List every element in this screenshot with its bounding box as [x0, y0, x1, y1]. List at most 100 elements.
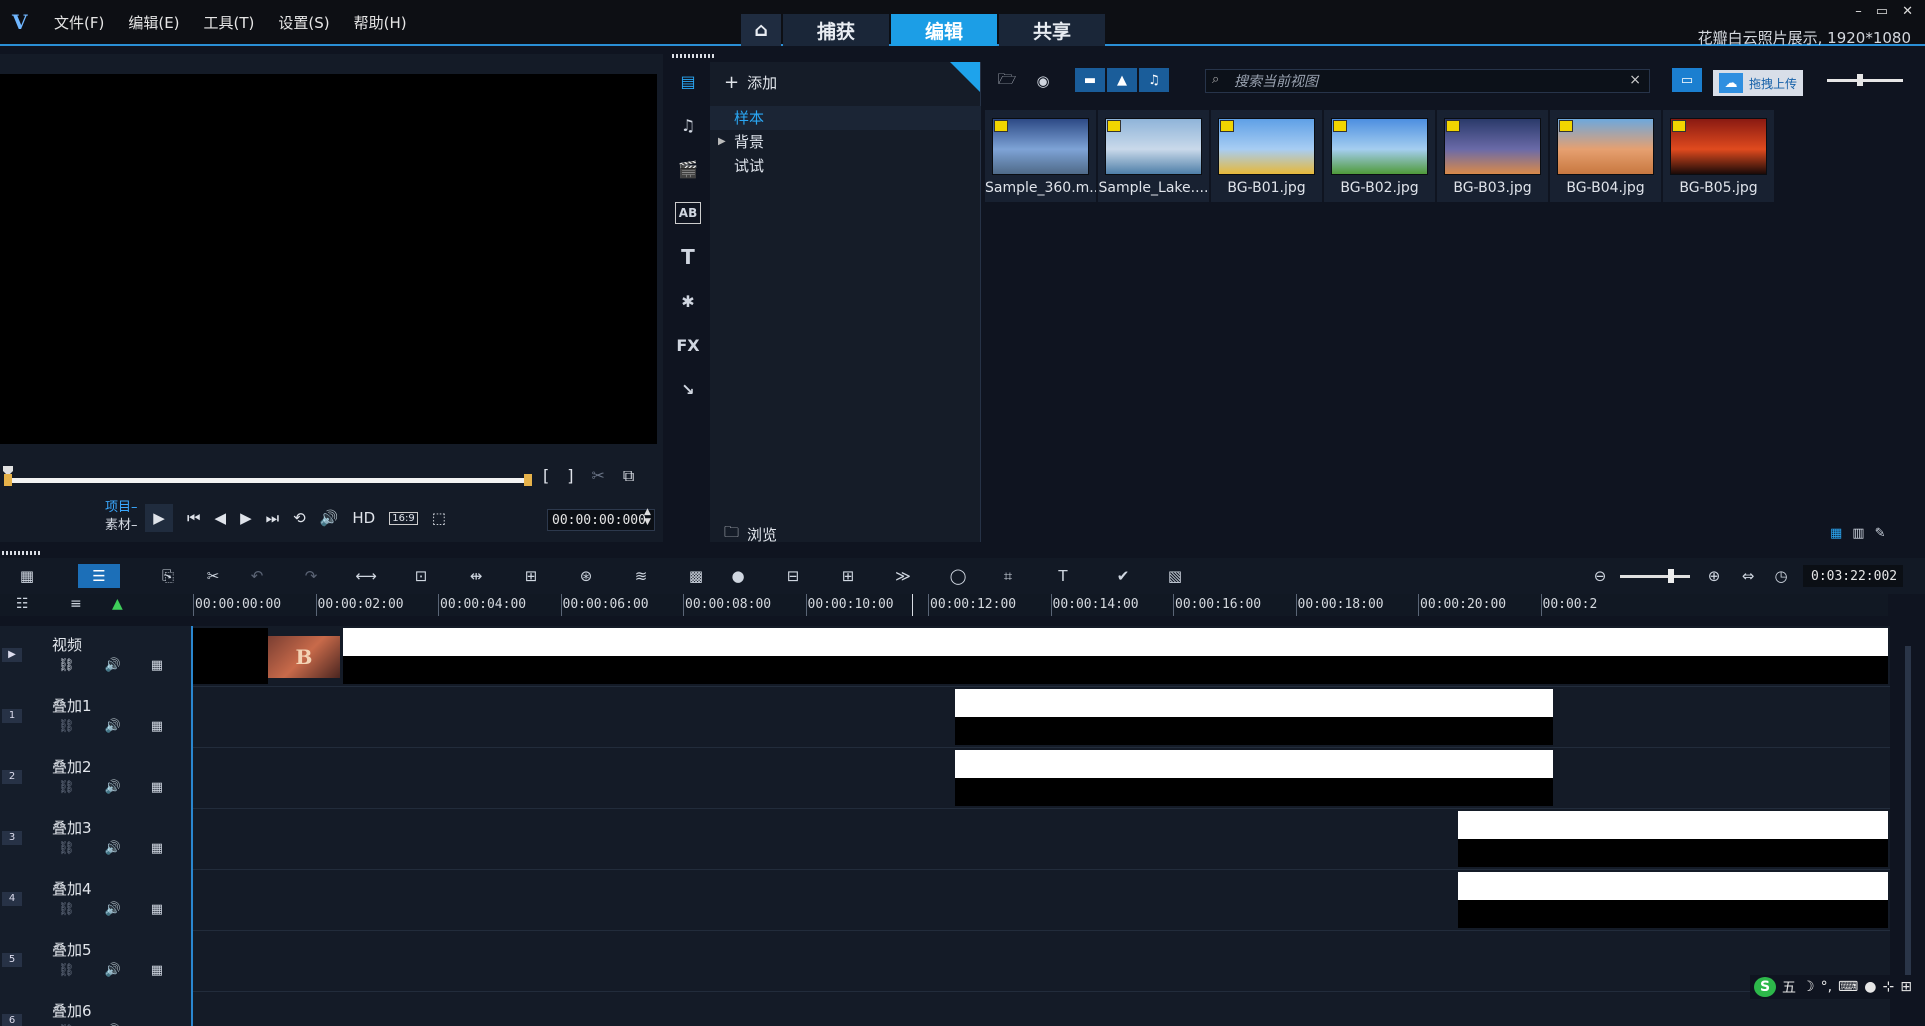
timeline-clip[interactable]: B [268, 636, 340, 678]
ime-mode[interactable]: 五 [1782, 977, 1796, 997]
zoom-in-icon[interactable]: ⊕ [1701, 564, 1727, 588]
folder-item-test[interactable]: 试试 [710, 154, 981, 178]
multi-camera-icon[interactable]: ▩ [683, 564, 709, 588]
record-capture-icon[interactable]: ⊡ [408, 564, 434, 588]
menu-file[interactable]: 文件(F) [54, 12, 104, 33]
speaker-icon[interactable]: 🔊 [105, 841, 121, 856]
timeline-track[interactable]: 2 叠加2 ⛓ 🔊 ▦ [0, 748, 1890, 809]
browse-button[interactable]: 🗀 浏览 [724, 522, 777, 547]
trim-start-handle[interactable] [4, 474, 12, 486]
zoom-out-icon[interactable]: ⊖ [1587, 564, 1613, 588]
redo-icon[interactable]: ↷ [298, 564, 324, 588]
grid-icon[interactable]: ⊞ [1900, 979, 1912, 995]
timeline-clip[interactable] [955, 689, 1553, 745]
volume-icon[interactable]: 🔊 [320, 509, 339, 527]
grid-icon[interactable]: ▦ [151, 780, 163, 795]
timeline-view-icon[interactable]: ☰ [78, 564, 120, 588]
split-icon[interactable]: ⇹ [463, 564, 489, 588]
timeline-track[interactable]: ▶ 视频 ⛓ 🔊 ▦ B [0, 626, 1890, 687]
audio-ducking-icon[interactable]: ≋ [628, 564, 654, 588]
clear-search-icon[interactable]: × [1629, 72, 1641, 88]
go-start-icon[interactable]: ⏮ [187, 509, 201, 527]
link-icon[interactable]: ⛓ [58, 963, 75, 978]
thumbnail-size-slider[interactable] [1827, 74, 1903, 86]
media-thumbnail[interactable]: Sample_Lake.... [1098, 110, 1209, 202]
go-end-icon[interactable]: ⏭ [266, 509, 280, 527]
menu-settings[interactable]: 设置(S) [278, 12, 329, 33]
ime-logo-icon[interactable]: S [1754, 977, 1776, 997]
copy-attributes-icon[interactable]: ⎘ [155, 564, 181, 588]
track-header[interactable]: 1 叠加1 ⛓ 🔊 ▦ [0, 687, 193, 748]
timeline-clip[interactable] [955, 750, 1553, 806]
minimize-button[interactable]: – [1855, 4, 1862, 19]
folder-item-background[interactable]: ▶ 背景 [710, 130, 981, 154]
show-audio-toggle[interactable]: ♫ [1139, 68, 1169, 92]
slider-knob[interactable] [1857, 74, 1863, 86]
time-remap-icon[interactable]: ◯ [945, 564, 971, 588]
timeline-scrollbar[interactable] [1903, 626, 1913, 1006]
tab-share[interactable]: 共享 [999, 14, 1105, 46]
crop-icon[interactable]: ⬚ [432, 509, 446, 527]
speaker-icon[interactable]: 🔊 [105, 963, 121, 978]
show-photo-toggle[interactable]: ▲ [1107, 68, 1137, 92]
timeline-track[interactable]: 3 叠加3 ⛓ 🔊 ▦ [0, 809, 1890, 870]
search-input[interactable]: ⌕ 搜索当前视图 × [1205, 69, 1650, 93]
track-header[interactable]: 4 叠加4 ⛓ 🔊 ▦ [0, 870, 193, 931]
enlarge-preview-icon[interactable]: ⧉ [623, 466, 634, 486]
link-icon[interactable]: ⛓ [58, 658, 75, 673]
playhead-handle[interactable] [2, 462, 14, 476]
motion-path-icon[interactable]: ▧ [1162, 564, 1188, 588]
close-button[interactable]: ✕ [1902, 4, 1913, 19]
chapter-icon[interactable]: ≡ [70, 596, 82, 612]
storyboard-view-icon[interactable]: ▦ [14, 564, 40, 588]
timeline-clip[interactable] [193, 628, 268, 684]
scrubber-bar[interactable] [4, 474, 532, 486]
grid-icon[interactable]: ▦ [151, 902, 163, 917]
grid-icon[interactable]: ▦ [151, 658, 163, 673]
pan-zoom-icon[interactable]: ⊞ [518, 564, 544, 588]
fx-icon[interactable]: FX [675, 334, 701, 356]
user-icon[interactable]: ● [1864, 979, 1876, 995]
chapter-point-icon[interactable]: ▲ [112, 596, 123, 612]
play-button[interactable]: ▶ [145, 504, 173, 532]
timeline-track[interactable]: 1 叠加1 ⛓ 🔊 ▦ [0, 687, 1890, 748]
timecode-field[interactable]: 00:00:00:000 [547, 509, 655, 531]
expand-icon[interactable]: ▶ [718, 130, 726, 154]
home-button[interactable]: ⌂ [741, 14, 781, 46]
instant-project-icon[interactable]: 🎬 [675, 158, 701, 180]
skin-icon[interactable]: ⊹ [1882, 979, 1894, 995]
panel-grip[interactable] [672, 54, 716, 58]
timeline-clip[interactable] [1458, 811, 1888, 867]
stabilize-icon[interactable]: ⌗ [995, 564, 1021, 588]
track-header[interactable]: ▶ 视频 ⛓ 🔊 ▦ [0, 626, 193, 687]
trim-end-handle[interactable] [524, 474, 532, 486]
media-thumbnail[interactable]: Sample_360.m... [985, 110, 1096, 202]
list-view-toggle[interactable]: ▭ [1672, 68, 1702, 92]
mask-creator-icon[interactable]: ⊛ [573, 564, 599, 588]
graphics-icon[interactable]: ✱ [675, 290, 701, 312]
grid-icon[interactable]: ▦ [151, 963, 163, 978]
punctuation-icon[interactable]: °, [1821, 979, 1832, 995]
record-icon[interactable]: ◉ [1031, 70, 1055, 92]
tab-capture[interactable]: 捕获 [783, 14, 889, 46]
keyboard-icon[interactable]: ⌨ [1838, 979, 1858, 995]
track-header[interactable]: 6叠加6⛓🔊▦ [0, 992, 193, 1026]
timeline-clip[interactable] [1458, 872, 1888, 928]
import-media-icon[interactable]: 🗁 [995, 70, 1019, 92]
timeline-track[interactable]: 4 叠加4 ⛓ 🔊 ▦ [0, 870, 1890, 931]
moon-icon[interactable]: ☽ [1802, 979, 1815, 995]
link-icon[interactable]: ⛓ [58, 841, 75, 856]
fit-timeline-icon[interactable]: ⇔ [1735, 564, 1761, 588]
motion-tracking-icon[interactable]: ≫ [890, 564, 916, 588]
3d-title-icon[interactable]: T [1050, 564, 1076, 588]
timeline-ruler[interactable]: 00:00:00:00 00:00:02:00 00:00:04:00 00:00:0… [193, 594, 1888, 616]
grid-icon[interactable]: ▦ [151, 719, 163, 734]
track-header[interactable]: 3 叠加3 ⛓ 🔊 ▦ [0, 809, 193, 870]
upload-button[interactable]: ☁ 拖拽上传 [1713, 70, 1803, 96]
media-thumbnail[interactable]: BG-B01.jpg [1211, 110, 1322, 202]
maximize-button[interactable]: ▭ [1876, 4, 1888, 19]
tools-icon[interactable]: ✂ [200, 564, 226, 588]
batch-convert-icon[interactable]: ✔ [1110, 564, 1136, 588]
link-icon[interactable]: ⛓ [58, 780, 75, 795]
pin-icon[interactable] [950, 62, 980, 92]
